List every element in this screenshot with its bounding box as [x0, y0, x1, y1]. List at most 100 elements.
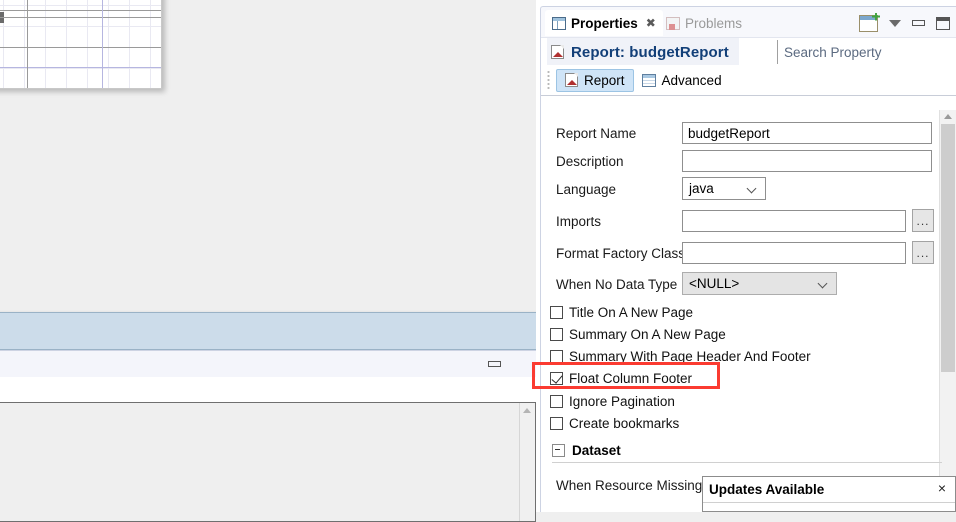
- row-format-factory-class: Format Factory Class: [556, 242, 685, 264]
- when-resource-missing-label: When Resource Missing T: [556, 477, 715, 493]
- checkbox-ignore-pagination[interactable]: [550, 394, 563, 408]
- view-toolbar: [859, 11, 950, 35]
- view-strip-header: [0, 351, 541, 378]
- editor-view-strip[interactable]: [0, 350, 542, 403]
- checkbox-row-summary-on-a-new-page[interactable]: Summary On A New Page: [550, 324, 726, 344]
- checkbox-summary-with-page-header-and-footer[interactable]: [550, 349, 563, 363]
- checkbox-row-summary-with-page-header-and-footer[interactable]: Summary With Page Header And Footer: [550, 346, 811, 366]
- checkbox-row-title-on-a-new-page[interactable]: Title On A New Page: [550, 302, 693, 322]
- report-canvas[interactable]: [0, 0, 162, 89]
- when-no-data-type-value: <NULL>: [689, 276, 740, 291]
- row-report-name: Report Name: [556, 122, 636, 144]
- format-factory-class-input[interactable]: [682, 242, 906, 264]
- section-dataset-header[interactable]: Dataset: [552, 443, 621, 458]
- scroll-up-icon[interactable]: [944, 114, 952, 119]
- tab-properties[interactable]: Properties ✖: [545, 10, 663, 36]
- properties-title-group: Report: budgetReport: [547, 38, 739, 68]
- format-factory-class-browse-button[interactable]: ...: [912, 241, 934, 264]
- updates-popup-body: [703, 502, 955, 511]
- updates-popup-title: Updates Available: [709, 482, 825, 497]
- bottom-editor-panel[interactable]: [0, 402, 536, 522]
- canvas-resize-handle[interactable]: [0, 12, 4, 17]
- toolbar-grip[interactable]: [547, 70, 550, 90]
- tab-properties-label: Properties: [571, 15, 638, 31]
- canvas-grid: [0, 0, 161, 88]
- tab-advanced[interactable]: Advanced: [634, 70, 730, 91]
- new-properties-view-icon[interactable]: [859, 14, 878, 32]
- checkbox-label: Ignore Pagination: [569, 393, 675, 409]
- table-icon: [552, 16, 566, 30]
- tab-problems-label: Problems: [685, 15, 743, 31]
- report-name-input[interactable]: budgetReport: [682, 122, 932, 144]
- checkbox-summary-on-a-new-page[interactable]: [550, 327, 563, 341]
- canvas-margin-line: [102, 0, 103, 88]
- canvas-band-line: [0, 17, 161, 18]
- checkbox-label: Create bookmarks: [569, 415, 680, 431]
- properties-scrollbar[interactable]: [939, 110, 956, 490]
- language-select[interactable]: java: [682, 177, 766, 200]
- problems-icon: [666, 16, 680, 30]
- page-title: Report: budgetReport: [571, 43, 729, 61]
- search-input[interactable]: [778, 40, 956, 64]
- updates-available-popup[interactable]: Updates Available ×: [702, 476, 956, 512]
- row-description: Description: [556, 150, 624, 172]
- field-label: Imports: [556, 213, 602, 229]
- close-icon[interactable]: ✖: [646, 16, 656, 30]
- checkbox-label: Summary On A New Page: [569, 326, 726, 342]
- updates-popup-header: Updates Available ×: [703, 477, 955, 502]
- language-value: java: [689, 181, 714, 196]
- advanced-icon: [641, 73, 656, 87]
- section-dataset-title: Dataset: [572, 443, 621, 458]
- checkbox-label: Summary With Page Header And Footer: [569, 348, 811, 364]
- view-tabbar: Properties ✖ Problems: [541, 7, 956, 37]
- report-name-value: budgetReport: [688, 125, 770, 141]
- search-property-box[interactable]: [777, 40, 956, 64]
- when-no-data-type-select[interactable]: <NULL>: [682, 272, 837, 295]
- minimize-icon[interactable]: [912, 20, 925, 26]
- field-label: Description: [556, 153, 624, 169]
- bottom-panel-scrollbar[interactable]: [519, 403, 535, 521]
- imports-browse-button[interactable]: ...: [912, 209, 934, 232]
- scroll-up-icon[interactable]: [523, 408, 531, 413]
- row-when-no-data-type: When No Data Type: [556, 273, 677, 295]
- report-icon: [551, 45, 564, 59]
- chevron-down-icon: [748, 184, 757, 193]
- tab-advanced-label: Advanced: [661, 72, 722, 88]
- checkbox-row-float-column-footer[interactable]: Float Column Footer: [550, 368, 692, 388]
- chevron-down-icon: [819, 279, 828, 288]
- checkbox-label: Title On A New Page: [569, 304, 694, 320]
- maximize-icon[interactable]: [936, 16, 950, 30]
- canvas-column-line: [27, 0, 28, 88]
- row-when-resource-missing: When Resource Missing T: [556, 474, 714, 496]
- row-language: Language: [556, 178, 616, 200]
- selected-band[interactable]: [0, 312, 542, 350]
- properties-header: Report: budgetReport: [541, 37, 956, 68]
- view-strip-body: [0, 377, 541, 402]
- canvas-band-line: [0, 47, 161, 48]
- field-label: Format Factory Class: [556, 245, 686, 261]
- tab-problems[interactable]: Problems: [659, 10, 749, 36]
- checkbox-row-create-bookmarks[interactable]: Create bookmarks: [550, 413, 679, 433]
- checkbox-title-on-a-new-page[interactable]: [550, 305, 563, 319]
- description-input[interactable]: [682, 150, 932, 172]
- canvas-resize-handle[interactable]: [0, 18, 4, 23]
- checkbox-label: Float Column Footer: [569, 370, 693, 386]
- imports-input[interactable]: [682, 210, 906, 232]
- field-label: When No Data Type: [556, 276, 678, 292]
- report-icon: [565, 73, 578, 87]
- tab-report[interactable]: Report: [556, 68, 634, 92]
- section-divider: [552, 462, 942, 463]
- view-menu-icon[interactable]: [889, 19, 901, 27]
- report-designer-area[interactable]: [0, 0, 542, 522]
- scrollbar-thumb[interactable]: [941, 124, 955, 372]
- checkbox-create-bookmarks[interactable]: [550, 416, 563, 430]
- collapse-icon[interactable]: [552, 444, 565, 457]
- canvas-band-line: [0, 10, 161, 11]
- field-label: Report Name: [556, 125, 637, 141]
- canvas-margin-line: [0, 67, 161, 68]
- properties-subtabs: Report Advanced: [541, 65, 956, 95]
- checkbox-row-ignore-pagination[interactable]: Ignore Pagination: [550, 391, 675, 411]
- checkbox-float-column-footer[interactable]: [550, 371, 563, 385]
- restore-icon[interactable]: [488, 361, 501, 367]
- close-icon[interactable]: ×: [938, 481, 946, 495]
